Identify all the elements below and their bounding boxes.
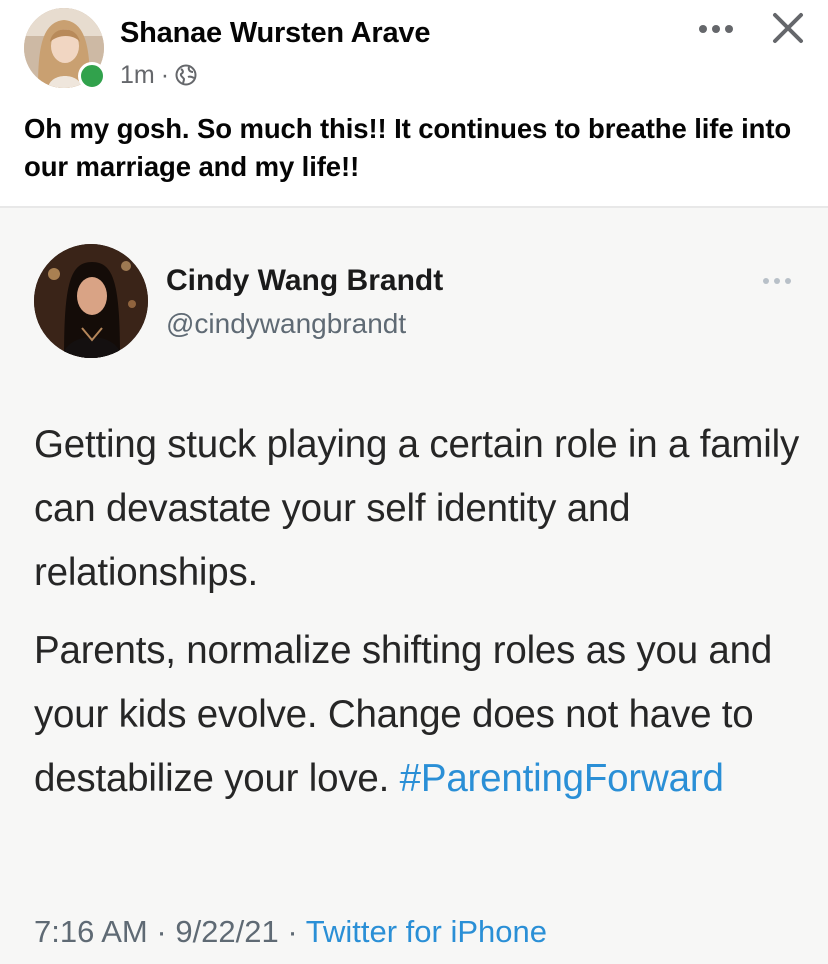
tweet-time: 7:16 AM [34, 914, 148, 949]
tweet-body: Getting stuck playing a certain role in … [34, 413, 814, 811]
tweet-author-handle: @cindywangbrandt [166, 308, 407, 339]
post-author-name[interactable]: Shanae Wursten Arave [120, 17, 430, 50]
tweet-date: 9/22/21 [175, 914, 279, 949]
more-horizontal-icon [699, 25, 733, 33]
post-timestamp[interactable]: 1m [120, 61, 155, 90]
close-icon [773, 13, 803, 43]
post-text: Oh my gosh. So much this!! It continues … [24, 113, 792, 182]
close-button[interactable] [768, 8, 808, 48]
footer-separator: · [287, 914, 298, 949]
tweet-author-avatar [34, 244, 148, 358]
meta-separator: · [160, 60, 170, 89]
more-options-button[interactable] [694, 14, 738, 44]
footer-separator: · [156, 914, 167, 949]
tweet-source: Twitter for iPhone [305, 914, 547, 949]
online-status-dot [78, 62, 106, 90]
tweet-author-name: Cindy Wang Brandt [166, 264, 444, 297]
post-meta: 1m · [120, 60, 197, 90]
tweet-footer: 7:16 AM · 9/22/21 · Twitter for iPhone [34, 914, 547, 950]
tweet-paragraph-1: Getting stuck playing a certain role in … [34, 423, 800, 594]
tweet-hashtag: #ParentingForward [399, 757, 724, 800]
globe-icon [175, 64, 197, 86]
tweet-paragraph-2: Parents, normalize shifting roles as you… [34, 619, 814, 811]
tweet-screenshot[interactable]: Cindy Wang Brandt @cindywangbrandt Getti… [0, 208, 828, 964]
avatar-photo [34, 244, 148, 358]
post-header: Shanae Wursten Arave 1m · [0, 0, 828, 110]
more-horizontal-icon [763, 278, 791, 284]
